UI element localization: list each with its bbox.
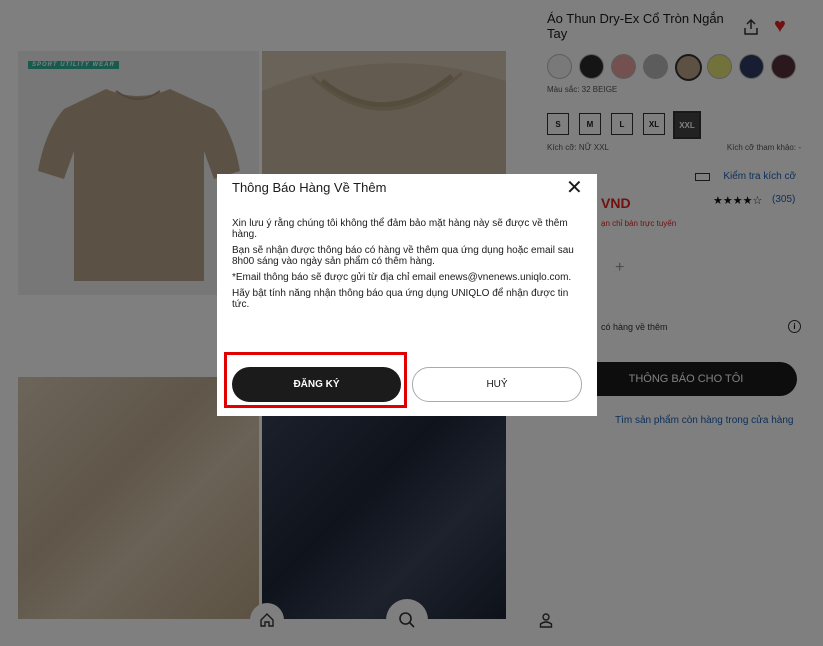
- message-disclaimer: Xin lưu ý rằng chúng tôi không thể đảm b…: [232, 218, 568, 240]
- dialog-messages: Xin lưu ý rằng chúng tôi không thể đảm b…: [232, 218, 584, 315]
- message-enable-app: Hãy bật tính năng nhận thông báo qua ứng…: [232, 288, 569, 310]
- cancel-button[interactable]: HUỶ: [412, 367, 582, 402]
- message-email-sender: *Email thông báo sẽ được gửi từ địa chỉ …: [232, 272, 572, 283]
- dialog-title: Thông Báo Hàng Về Thêm: [232, 180, 387, 195]
- register-highlight-box: [224, 352, 407, 408]
- close-icon[interactable]: ✕: [566, 178, 583, 198]
- message-notification-timing: Bạn sẽ nhận được thông báo có hàng về th…: [232, 245, 574, 267]
